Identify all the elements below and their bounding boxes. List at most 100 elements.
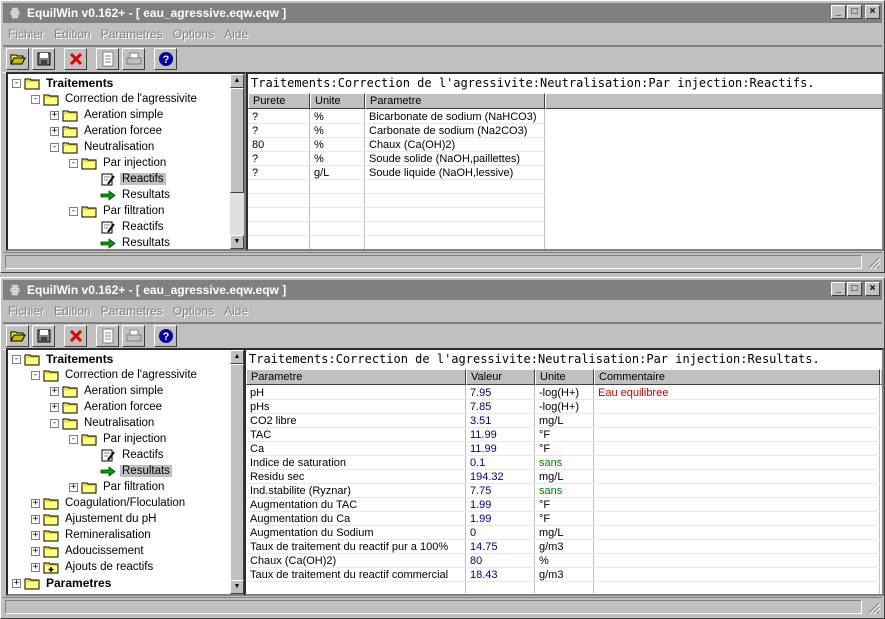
close-button[interactable]: ×: [865, 282, 880, 296]
collapse-icon[interactable]: -: [12, 354, 21, 364]
tree-node[interactable]: + Parametres: [12, 575, 113, 591]
collapse-icon[interactable]: -: [69, 206, 78, 216]
collapse-icon[interactable]: -: [31, 94, 40, 104]
tree-view[interactable]: - Traitements - Correction de l'agressivite…: [6, 72, 246, 251]
table-cell[interactable]: 0: [466, 526, 476, 540]
delete-button[interactable]: [64, 325, 87, 347]
tree-node[interactable]: - Par injection: [69, 155, 168, 171]
expand-icon[interactable]: +: [31, 498, 40, 508]
table-cell[interactable]: %: [310, 138, 324, 152]
tree-node[interactable]: + Par filtration: [69, 479, 166, 495]
table-cell[interactable]: 11.99: [466, 428, 497, 442]
table-cell[interactable]: 7.85: [466, 400, 491, 414]
tree-node[interactable]: + Ajustement du pH: [31, 511, 158, 527]
table-cell[interactable]: 7.95: [466, 386, 491, 400]
column-header[interactable]: Purete: [248, 93, 310, 109]
help-button[interactable]: ?: [154, 48, 177, 70]
tree-node[interactable]: + Remineralisation: [31, 527, 153, 543]
tree-node[interactable]: Reactifs: [88, 171, 166, 187]
resize-grip-icon[interactable]: [868, 257, 880, 269]
expand-icon[interactable]: +: [50, 386, 59, 396]
menu-parametres[interactable]: Parametres: [96, 304, 168, 318]
table-cell[interactable]: ?: [248, 124, 258, 138]
collapse-icon[interactable]: -: [69, 158, 78, 168]
expand-icon[interactable]: +: [69, 482, 78, 492]
tree-node[interactable]: + Adoucissement: [31, 543, 146, 559]
print-button[interactable]: [122, 48, 145, 70]
delete-button[interactable]: [64, 48, 87, 70]
collapse-icon[interactable]: -: [31, 370, 40, 380]
menu-fichier[interactable]: Fichier: [3, 27, 49, 41]
collapse-icon[interactable]: -: [50, 142, 59, 152]
tree-node[interactable]: Resultats: [88, 187, 172, 203]
tree-node[interactable]: + Aeration forcee: [50, 123, 164, 139]
resize-grip-icon[interactable]: [868, 602, 880, 614]
table-cell[interactable]: 11.99: [466, 442, 497, 456]
tree-node[interactable]: - Traitements: [12, 75, 115, 91]
column-header[interactable]: Commentaire: [594, 369, 880, 385]
maximize-button[interactable]: □: [847, 5, 862, 19]
collapse-icon[interactable]: -: [50, 418, 59, 428]
scroll-up-button[interactable]: ▲: [230, 350, 244, 364]
save-button[interactable]: [32, 325, 55, 347]
menu-edition[interactable]: Edition: [49, 27, 96, 41]
tree-node[interactable]: Reactifs: [88, 219, 166, 235]
table-cell[interactable]: 3.51: [466, 414, 491, 428]
expand-icon[interactable]: +: [50, 110, 59, 120]
menu-options[interactable]: Options: [168, 304, 219, 318]
table-cell[interactable]: %: [310, 152, 324, 166]
table-cell[interactable]: 80: [248, 138, 264, 152]
tree-node[interactable]: + Aeration forcee: [50, 399, 164, 415]
expand-icon[interactable]: +: [50, 126, 59, 136]
copy-button[interactable]: [96, 325, 119, 347]
tree-node[interactable]: + Coagulation/Floculation: [31, 495, 187, 511]
copy-button[interactable]: [96, 48, 119, 70]
menu-aide[interactable]: Aide: [219, 27, 253, 41]
table-cell[interactable]: ?: [248, 152, 258, 166]
expand-icon[interactable]: +: [31, 530, 40, 540]
scroll-down-button[interactable]: ▼: [230, 580, 244, 594]
menu-parametres[interactable]: Parametres: [96, 27, 168, 41]
minimize-button[interactable]: _: [831, 282, 846, 296]
tree-node[interactable]: - Par injection: [69, 431, 168, 447]
help-button[interactable]: ?: [154, 325, 177, 347]
maximize-button[interactable]: □: [847, 282, 862, 296]
column-header[interactable]: Unite: [310, 93, 365, 109]
tree-node[interactable]: - Neutralisation: [50, 415, 156, 431]
table-cell[interactable]: %: [310, 124, 324, 138]
tree-scrollbar[interactable]: ▲ ▼: [230, 350, 244, 594]
print-button[interactable]: [122, 325, 145, 347]
title-bar[interactable]: ꙮ EquilWin v0.162+ - [ eau_agressive.eqw…: [3, 280, 882, 300]
expand-icon[interactable]: +: [50, 402, 59, 412]
column-header[interactable]: Unite: [535, 369, 594, 385]
table-cell[interactable]: g/L: [310, 166, 329, 180]
tree-node[interactable]: + Aeration simple: [50, 383, 165, 399]
tree-scrollbar[interactable]: ▲ ▼: [230, 74, 244, 249]
expand-icon[interactable]: +: [31, 546, 40, 556]
table-cell[interactable]: 0.1: [466, 456, 485, 470]
table-cell[interactable]: 1.99: [466, 512, 491, 526]
column-header[interactable]: Parametre: [246, 369, 466, 385]
table-cell[interactable]: 14.75: [466, 540, 498, 554]
scroll-up-button[interactable]: ▲: [230, 74, 244, 88]
tree-node[interactable]: - Traitements: [12, 351, 115, 367]
collapse-icon[interactable]: -: [12, 78, 21, 88]
table-cell[interactable]: 80: [466, 554, 482, 568]
scroll-down-button[interactable]: ▼: [230, 235, 244, 249]
tree-node[interactable]: - Correction de l'agressivite: [31, 367, 199, 383]
table-cell[interactable]: 194.32: [466, 470, 504, 484]
tree-node[interactable]: - Correction de l'agressivite: [31, 91, 199, 107]
tree-node[interactable]: + Aeration simple: [50, 107, 165, 123]
menu-fichier[interactable]: Fichier: [3, 304, 49, 318]
tree-node[interactable]: Resultats: [88, 463, 172, 479]
table-cell[interactable]: 7.75: [466, 484, 491, 498]
scroll-thumb[interactable]: [230, 88, 244, 193]
tree-node[interactable]: - Neutralisation: [50, 139, 156, 155]
expand-icon[interactable]: +: [31, 562, 40, 572]
open-button[interactable]: [6, 325, 29, 347]
expand-icon[interactable]: +: [31, 514, 40, 524]
open-button[interactable]: [6, 48, 29, 70]
tree-node[interactable]: Reactifs: [88, 447, 166, 463]
title-bar[interactable]: ꙮ EquilWin v0.162+ - [ eau_agressive.eqw…: [3, 3, 882, 23]
tree-node[interactable]: - Par filtration: [69, 203, 166, 219]
